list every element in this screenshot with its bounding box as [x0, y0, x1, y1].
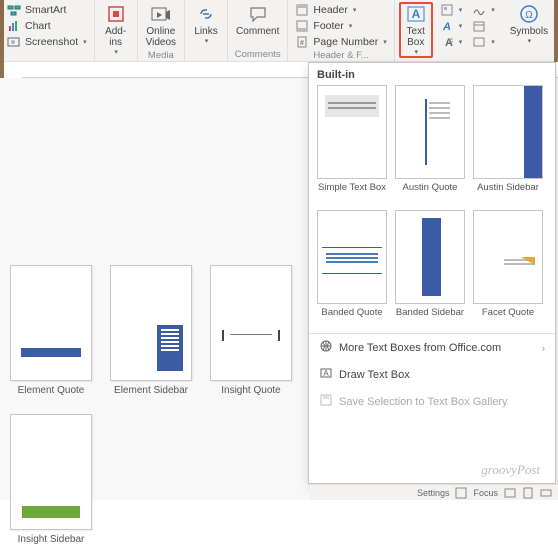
- gallery-banded-sidebar[interactable]: [395, 210, 465, 304]
- header-button[interactable]: Header▾: [292, 2, 389, 18]
- illustrations-partial: SmartArt Chart Screenshot▾: [0, 0, 95, 61]
- view-web-icon[interactable]: [540, 487, 552, 499]
- draw-textbox-icon: A: [319, 366, 333, 383]
- wordart-button[interactable]: A▾: [437, 18, 466, 34]
- symbols-button[interactable]: ΩSymbols▾: [506, 2, 552, 47]
- gallery-thumbs: Element Quote Element Sidebar Insight Qu…: [10, 265, 310, 545]
- drop-cap-button[interactable]: A▾: [437, 34, 466, 50]
- object-button[interactable]: ▾: [469, 34, 498, 50]
- view-read-icon[interactable]: [504, 487, 516, 499]
- gallery-austin-sidebar[interactable]: [473, 85, 543, 179]
- link-icon: [196, 4, 216, 24]
- more-text-boxes-office[interactable]: More Text Boxes from Office.com›: [309, 334, 555, 361]
- smartart-button[interactable]: SmartArt: [4, 2, 90, 18]
- links-group: Links▾: [185, 0, 228, 61]
- page-number-button[interactable]: #Page Number▾: [292, 34, 389, 50]
- settings-button[interactable]: Settings: [417, 488, 450, 498]
- header-icon: [295, 3, 309, 17]
- screenshot-button[interactable]: Screenshot▾: [4, 34, 90, 50]
- symbols-icon: Ω: [519, 4, 539, 24]
- ribbon: SmartArt Chart Screenshot▾ Add- ins▾ Onl…: [0, 0, 558, 62]
- svg-text:A: A: [411, 7, 420, 21]
- thumb-insight-quote[interactable]: [210, 265, 292, 381]
- symbols-group: ΩSymbols▾: [502, 0, 557, 61]
- text-group: AText Box▾ ▾ A▾ A▾ ▾ ▾: [395, 0, 502, 61]
- online-videos-button[interactable]: Online Videos: [142, 2, 180, 50]
- quick-parts-button[interactable]: ▾: [437, 2, 466, 18]
- object-icon: [472, 35, 486, 49]
- chevron-right-icon: ›: [542, 343, 545, 353]
- gallery-austin-quote[interactable]: [395, 85, 465, 179]
- focus-icon[interactable]: [455, 487, 467, 499]
- wordart-icon: A: [440, 19, 454, 33]
- date-time-button[interactable]: [469, 18, 498, 34]
- comments-group-label: Comments: [235, 49, 281, 61]
- addins-button[interactable]: Add- ins▾: [99, 2, 133, 58]
- header-footer-group-label: Header & F...: [313, 50, 368, 62]
- svg-text:Ω: Ω: [525, 10, 533, 21]
- thumb-insight-sidebar[interactable]: [10, 414, 92, 530]
- focus-button[interactable]: Focus: [473, 488, 498, 498]
- globe-icon: [319, 339, 333, 356]
- video-icon: [150, 4, 172, 24]
- drop-cap-icon: A: [440, 35, 454, 49]
- signature-line-button[interactable]: ▾: [469, 2, 498, 18]
- addins-icon: [106, 4, 126, 24]
- media-group-label: Media: [148, 50, 174, 62]
- screenshot-icon: [7, 35, 21, 49]
- save-to-gallery: Save Selection to Text Box Gallery: [309, 388, 555, 415]
- svg-text:A: A: [323, 369, 329, 378]
- chart-button[interactable]: Chart: [4, 18, 90, 34]
- thumb-element-sidebar[interactable]: [110, 265, 192, 381]
- comment-icon: [248, 4, 268, 24]
- footer-icon: [295, 19, 309, 33]
- addins-group: Add- ins▾: [95, 0, 138, 61]
- chart-icon: [7, 19, 21, 33]
- text-box-gallery-dropdown: Built-in Simple Text Box Austin Quote Au…: [308, 62, 556, 484]
- date-icon: [472, 19, 486, 33]
- footer-button[interactable]: Footer▾: [292, 18, 389, 34]
- status-bar: Settings Focus: [310, 484, 558, 500]
- thumb-element-quote[interactable]: [10, 265, 92, 381]
- quick-parts-icon: [440, 3, 454, 17]
- dropdown-section-label: Built-in: [309, 63, 555, 85]
- smartart-icon: [7, 3, 21, 17]
- draw-text-box[interactable]: ADraw Text Box: [309, 361, 555, 388]
- gallery-simple-text-box[interactable]: [317, 85, 387, 179]
- header-footer-group: Header▾ Footer▾ #Page Number▾ Header & F…: [288, 0, 394, 61]
- media-group: Online Videos Media: [138, 0, 185, 61]
- gallery-banded-quote[interactable]: [317, 210, 387, 304]
- comments-group: Comment Comments: [228, 0, 288, 61]
- comment-button[interactable]: Comment: [232, 2, 283, 39]
- svg-text:A: A: [442, 21, 451, 33]
- gallery-facet-quote[interactable]: [473, 210, 543, 304]
- watermark: groovyPost: [481, 462, 540, 478]
- text-box-button[interactable]: AText Box▾: [399, 2, 433, 58]
- signature-icon: [472, 3, 486, 17]
- svg-text:#: #: [300, 40, 304, 47]
- view-print-icon[interactable]: [522, 487, 534, 499]
- page-number-icon: #: [295, 35, 309, 49]
- links-button[interactable]: Links▾: [189, 2, 223, 47]
- save-icon: [319, 393, 333, 410]
- text-box-icon: A: [406, 4, 426, 24]
